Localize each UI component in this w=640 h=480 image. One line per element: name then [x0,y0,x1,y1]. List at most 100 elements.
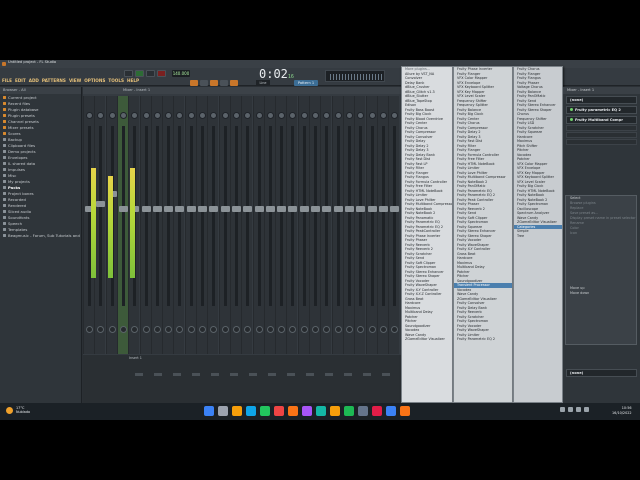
send-knob[interactable] [334,326,342,333]
mixer-insert-track[interactable] [139,96,151,354]
taskbar-app-icon[interactable] [400,406,410,416]
menu-item[interactable]: ZGameEditor Visualizer [402,337,452,342]
menu-item[interactable]: Fruity Multiband Compressor [402,202,452,207]
taskbar-app-icon[interactable] [218,406,228,416]
send-knob[interactable] [379,326,387,333]
volume-fader[interactable] [311,206,320,212]
wifi-icon[interactable] [568,407,573,412]
send-knob[interactable] [323,326,331,333]
effect-slot-4[interactable] [566,132,637,138]
mixer-insert-track[interactable] [309,96,320,354]
send-knob[interactable] [108,326,116,333]
taskbar-app-icon[interactable] [316,406,326,416]
delete-icon[interactable] [220,80,228,86]
volume-fader[interactable] [254,206,264,212]
volume-fader[interactable] [288,206,298,212]
context-menu-item[interactable]: Icon [566,231,636,236]
route-switch[interactable] [154,373,162,376]
pan-knob[interactable] [131,112,139,119]
menu-add[interactable]: ADD [29,78,39,83]
menu-patterns[interactable]: PATTERNS [42,78,66,83]
route-switch[interactable] [363,373,371,376]
pan-knob[interactable] [278,112,286,119]
send-knob[interactable] [176,326,184,333]
volume-fader[interactable] [231,206,241,212]
taskbar-app-icon[interactable] [344,406,354,416]
send-knob[interactable] [312,326,319,333]
pan-knob[interactable] [368,112,376,119]
effect-slot-2[interactable]: Fruity Multiband Compr [566,116,637,124]
clock[interactable]: 10:56 16/10/2022 [612,406,632,416]
send-knob[interactable] [232,326,240,333]
taskbar-app-icon[interactable] [372,406,382,416]
volume-fader[interactable] [152,206,162,212]
taskbar-app-icon[interactable] [288,406,298,416]
menu-options[interactable]: OPTIONS [84,78,105,83]
send-knob[interactable] [357,326,365,333]
pan-knob[interactable] [289,112,297,119]
volume-fader[interactable] [243,206,253,212]
mixer-insert-track[interactable] [150,96,162,354]
taskbar-app-icon[interactable] [232,406,242,416]
effect-slot-output[interactable]: (none) [566,369,637,377]
pan-knob[interactable] [345,112,353,119]
pan-knob[interactable] [379,112,387,119]
paint-icon[interactable] [210,80,218,86]
send-knob[interactable] [97,326,105,333]
pan-knob[interactable] [97,112,105,119]
send-knob[interactable] [300,326,308,333]
mixer-insert-track[interactable] [218,96,230,354]
volume-fader[interactable] [118,206,128,212]
menu-item[interactable]: Fruity Multiband Compressor [454,175,512,180]
route-switch[interactable] [249,373,257,376]
taskbar-app-icon[interactable] [330,406,340,416]
taskbar-app-icon[interactable] [260,406,270,416]
speaker-icon[interactable] [576,407,581,412]
volume-fader[interactable] [277,206,287,212]
mixer-insert-track[interactable] [207,96,219,354]
effect-slot-input[interactable]: (none) [566,96,637,104]
mixer-insert-track[interactable] [342,96,354,354]
mixer-insert-track[interactable] [354,96,366,354]
volume-fader[interactable] [186,206,196,212]
pan-knob[interactable] [323,112,331,119]
pan-knob[interactable] [153,112,161,119]
route-switch[interactable] [135,373,143,376]
menu-item[interactable]: Fruity Parametric EQ 2 [454,337,512,342]
line-mode-select[interactable]: Line [256,80,270,86]
menu-view[interactable]: VIEW [69,78,81,83]
volume-fader[interactable] [164,206,174,212]
battery-icon[interactable] [584,407,589,412]
mute-icon[interactable] [230,80,238,86]
play-button[interactable] [135,70,144,77]
mixer-insert-track[interactable] [286,96,298,354]
pan-knob[interactable] [108,112,116,119]
tempo-display[interactable]: 140.000 [172,70,190,77]
route-switch[interactable] [306,373,314,376]
taskbar-app-icon[interactable] [274,406,284,416]
mixer-insert-track[interactable] [229,96,241,354]
taskbar-app-icon[interactable] [302,406,312,416]
route-switch[interactable] [287,373,295,376]
volume-fader[interactable] [141,206,151,212]
send-knob[interactable] [244,326,252,333]
pattern-song-toggle[interactable] [124,70,133,77]
send-knob[interactable] [289,326,297,333]
route-switch[interactable] [382,373,390,376]
pan-knob[interactable] [232,112,240,119]
volume-fader[interactable] [390,206,400,212]
effect-slot-1[interactable]: Fruity parametric EQ 2 [566,106,637,114]
volume-fader[interactable] [299,206,309,212]
mixer-insert-track[interactable] [388,96,400,354]
mixer-insert-track[interactable] [320,96,332,354]
send-knob[interactable] [266,326,274,333]
pan-knob[interactable] [199,112,206,119]
mixer-insert-track[interactable] [297,96,309,354]
menu-file[interactable]: FILE [2,78,12,83]
send-knob[interactable] [210,326,218,333]
send-knob[interactable] [153,326,161,333]
pan-knob[interactable] [300,112,308,119]
volume-fader[interactable] [356,206,366,212]
route-switch[interactable] [344,373,352,376]
mixer-insert-track[interactable] [331,96,343,354]
